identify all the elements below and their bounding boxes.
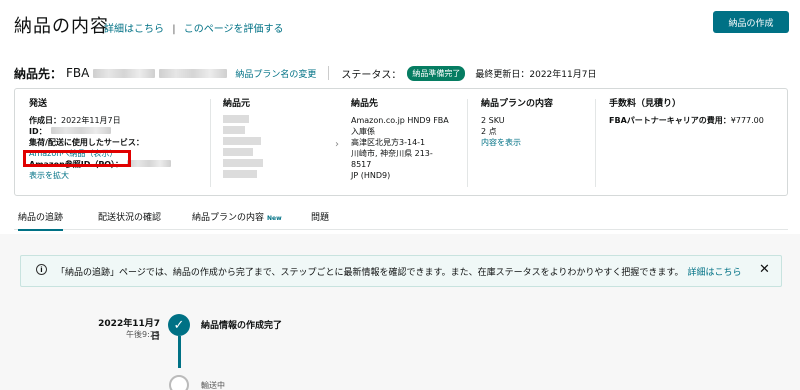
info-text: 「納品の追跡」ページでは、納品の作成から完了まで、ステップごとに最新情報を確認で… <box>56 265 742 278</box>
destination-line: 川崎市, 神奈川県 213- <box>351 149 433 158</box>
id-row: ID： <box>29 126 209 137</box>
tab-plan-contents[interactable]: 納品プランの内容 New <box>192 210 282 223</box>
carrier-fee-label: FBAパートナーキャリアの費用： <box>609 116 731 125</box>
blurred-origin-line <box>223 170 257 178</box>
sku-count: 2 SKU <box>481 116 505 125</box>
service-label: 集荷/配送に使用したサービス： <box>29 138 144 147</box>
column-divider <box>210 99 211 187</box>
blurred-origin-line <box>223 148 253 156</box>
blurred-origin-line <box>223 159 263 167</box>
destination-line: JP (HND9) <box>351 171 391 180</box>
blurred-id <box>50 127 111 134</box>
plan-contents-column: 納品プランの内容 2 SKU 2 点 内容を表示 <box>481 99 591 148</box>
blurred-shipment-name <box>159 68 228 78</box>
carrier-fee-row: FBAパートナーキャリアの費用：¥777.00 <box>609 115 785 126</box>
ship-title: 発送 <box>29 99 48 109</box>
created-value: 2022年11月7日 <box>61 116 121 125</box>
tab-issues[interactable]: 問題 <box>311 210 329 223</box>
plan-name-change-link[interactable]: 納品プラン名の変更 <box>235 67 316 80</box>
origin-title: 納品元 <box>223 99 251 109</box>
divider <box>328 66 330 80</box>
new-tag: New <box>267 215 282 222</box>
origin-column: 納品元 <box>223 99 323 181</box>
destination-line: Amazon.co.jp HND9 FBA <box>351 116 449 125</box>
destination-line: 入庫係 <box>351 127 375 136</box>
rate-page-link[interactable]: このページを評価する <box>184 24 284 35</box>
carrier-fee-value: ¥777.00 <box>730 116 764 125</box>
view-contents-link[interactable]: 内容を表示 <box>481 137 591 148</box>
blurred-origin-line <box>223 126 245 134</box>
check-icon: ✓ <box>168 314 190 336</box>
fees-title: 手数料（見積り） <box>609 99 682 109</box>
highlight-box <box>23 150 131 167</box>
chevron-right-icon: › <box>335 139 339 150</box>
plan-contents-title: 納品プランの内容 <box>481 99 554 109</box>
blurred-origin-line <box>223 115 249 123</box>
timeline-time: 午後9:25 <box>126 330 160 339</box>
timeline-step-created: 納品情報の作成完了 <box>201 321 283 331</box>
tab-bar: 納品の追跡 配送状況の確認 納品プランの内容 New 問題 <box>14 206 788 231</box>
blurred-shipment-name <box>93 68 156 78</box>
destination-line: 8517 <box>351 160 372 169</box>
tab-delivery-status[interactable]: 配送状況の確認 <box>98 210 161 223</box>
info-icon: i <box>36 264 47 275</box>
header-links: 詳細はこちら | このページを評価する <box>104 20 284 35</box>
status-badge: 納品準備完了 <box>407 65 466 81</box>
ship-column: 発送 作成日：2022年11月7日 ID： 集荷/配送に使用したサービス： Am… <box>29 99 209 181</box>
created-date-row: 作成日：2022年11月7日 <box>29 115 209 126</box>
shipment-name-prefix: FBA <box>66 66 90 80</box>
id-label: ID： <box>29 127 47 136</box>
header-separator: | <box>172 24 176 35</box>
blurred-origin-line <box>223 137 261 145</box>
create-shipment-button[interactable]: 納品の作成 <box>713 11 789 33</box>
shipment-summary-card: 発送 作成日：2022年11月7日 ID： 集荷/配送に使用したサービス： Am… <box>14 88 788 196</box>
page-header: 納品の内容 詳細はこちら | このページを評価する 納品の作成 <box>0 0 800 50</box>
ship-to-label: 納品先： <box>14 66 63 81</box>
tab-plan-contents-label: 納品プランの内容 <box>192 213 265 223</box>
expand-link[interactable]: 表示を拡大 <box>29 170 209 181</box>
info-message: 「納品の追跡」ページでは、納品の作成から完了まで、ステップごとに最新情報を確認で… <box>56 268 684 278</box>
info-details-link[interactable]: 詳細はこちら <box>687 268 741 278</box>
unit-count: 2 点 <box>481 127 497 136</box>
blurred-ref-id <box>127 160 172 167</box>
destination-column: 納品先 Amazon.co.jp HND9 FBA 入庫係 高津区北見方3-14… <box>351 99 471 181</box>
close-icon[interactable]: ✕ <box>759 262 770 277</box>
status-label: ステータス： <box>341 69 402 81</box>
destination-title: 納品先 <box>351 99 379 109</box>
tab-tracking[interactable]: 納品の追跡 <box>18 210 64 231</box>
service-row: 集荷/配送に使用したサービス： <box>29 137 209 148</box>
page-title: 納品の内容 <box>14 16 109 37</box>
shipment-header-row: 納品先： FBA 納品プラン名の変更 ステータス： 納品準備完了 最終更新日：2… <box>14 64 596 82</box>
destination-line: 高津区北見方3-14-1 <box>351 138 426 147</box>
details-link[interactable]: 詳細はこちら <box>104 24 164 35</box>
pending-step-icon <box>169 375 189 390</box>
timeline-connector <box>178 336 181 368</box>
timeline-step-in-transit: 輸送中 <box>201 381 225 390</box>
column-divider <box>595 99 596 187</box>
last-updated: 最終更新日：2022年11月7日 <box>475 69 597 80</box>
column-divider <box>467 99 468 187</box>
fees-column: 手数料（見積り） FBAパートナーキャリアの費用：¥777.00 <box>609 99 785 126</box>
created-label: 作成日： <box>29 116 61 125</box>
